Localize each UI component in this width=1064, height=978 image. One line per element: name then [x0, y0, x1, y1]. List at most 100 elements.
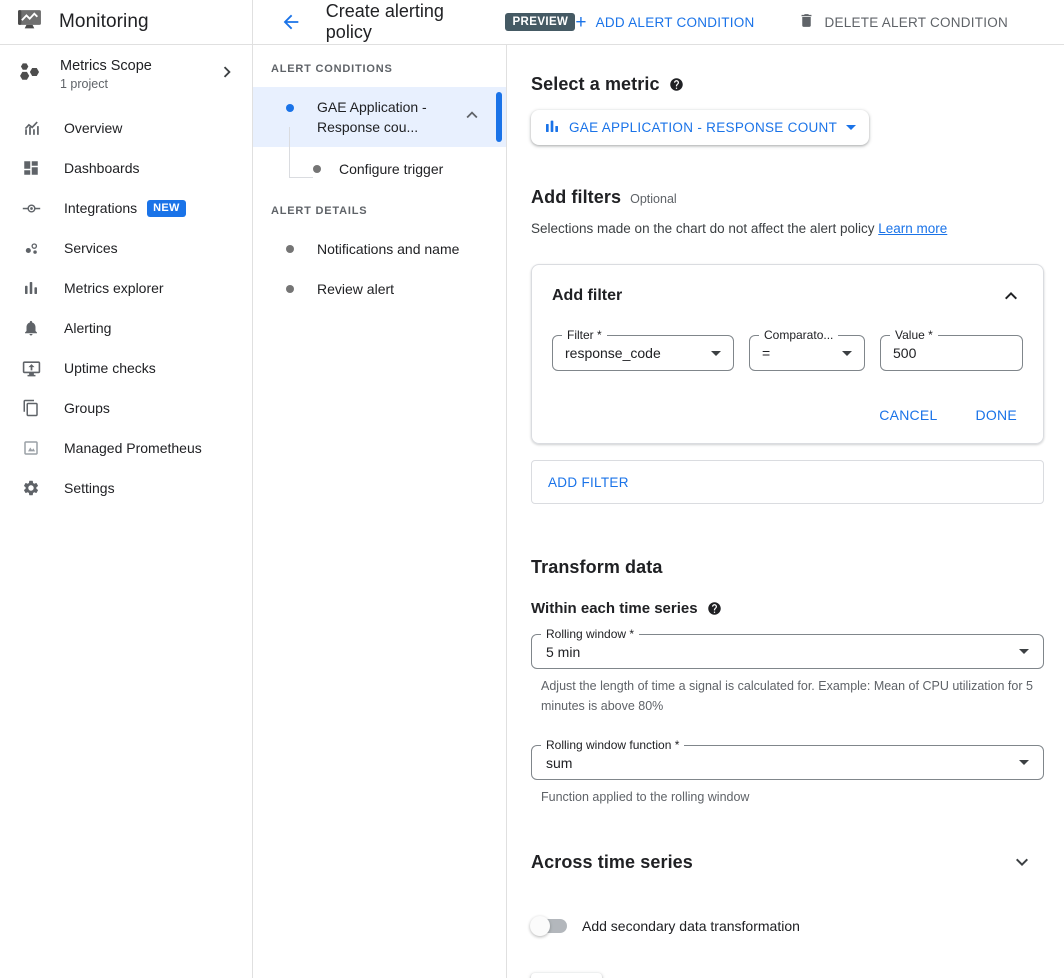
- rolling-window-function-help: Function applied to the rolling window: [531, 787, 1036, 807]
- filter-select[interactable]: Filter * response_code: [552, 335, 734, 371]
- sidebar-item-label: Dashboards: [64, 160, 140, 176]
- step-notifications[interactable]: Notifications and name: [253, 229, 506, 269]
- done-button[interactable]: DONE: [976, 407, 1017, 423]
- caret-down-icon: [842, 351, 852, 356]
- transform-data-heading: Transform data: [531, 557, 1044, 578]
- sidebar-item-label: Uptime checks: [64, 360, 156, 376]
- dashboards-icon: [21, 158, 41, 178]
- add-filters-heading: Add filters: [531, 187, 621, 208]
- metrics-scope-subtitle: 1 project: [60, 77, 216, 91]
- step-review-alert[interactable]: Review alert: [253, 269, 506, 309]
- rolling-window-value: 5 min: [546, 644, 580, 660]
- trash-icon: [798, 12, 815, 32]
- sidebar-item-overview[interactable]: Overview: [0, 108, 252, 148]
- step-dot-icon: [313, 165, 321, 173]
- secondary-transform-row: Add secondary data transformation: [531, 918, 1044, 934]
- next-button[interactable]: NEXT: [531, 973, 602, 978]
- sidebar-item-dashboards[interactable]: Dashboards: [0, 148, 252, 188]
- step-nav-panel: ALERT CONDITIONS GAE Application - Respo…: [253, 45, 507, 978]
- step-dot-icon: [286, 285, 294, 293]
- sidebar-item-metrics-explorer[interactable]: Metrics explorer: [0, 268, 252, 308]
- secondary-transform-toggle[interactable]: [533, 919, 567, 933]
- sidebar-item-managed-prometheus[interactable]: Managed Prometheus: [0, 428, 252, 468]
- sidebar-item-label: Groups: [64, 400, 110, 416]
- rolling-window-function-label: Rolling window function *: [541, 738, 684, 752]
- across-time-series-row: Across time series: [531, 850, 1044, 874]
- rolling-window-select[interactable]: Rolling window * 5 min: [531, 634, 1044, 669]
- plus-icon: +: [575, 13, 586, 32]
- help-icon[interactable]: [707, 601, 722, 616]
- filter-fields-row: Filter * response_code Comparato... = Va…: [552, 335, 1023, 371]
- alert-details-section-label: ALERT DETAILS: [253, 191, 506, 229]
- sidebar-item-label: Integrations: [64, 200, 137, 216]
- filter-select-label: Filter *: [562, 328, 607, 342]
- sidebar-item-uptime-checks[interactable]: Uptime checks: [0, 348, 252, 388]
- sidebar-item-groups[interactable]: Groups: [0, 388, 252, 428]
- add-filter-button[interactable]: ADD FILTER: [531, 460, 1044, 504]
- value-input[interactable]: [893, 345, 1010, 361]
- caret-down-icon: [1019, 649, 1029, 654]
- sidebar: Monitoring Metrics Scope 1 project: [0, 0, 253, 978]
- chevron-up-icon[interactable]: [461, 104, 483, 131]
- metrics-scope-icon: [16, 60, 42, 89]
- comparator-select[interactable]: Comparato... =: [749, 335, 865, 371]
- learn-more-link[interactable]: Learn more: [878, 221, 947, 236]
- help-icon[interactable]: [669, 77, 684, 92]
- back-arrow-button[interactable]: [280, 10, 304, 34]
- page-header: Create alerting policy PREVIEW + ADD ALE…: [253, 0, 1064, 45]
- monitoring-logo-icon: [16, 8, 43, 37]
- add-alert-condition-button[interactable]: + ADD ALERT CONDITION: [575, 13, 754, 32]
- new-badge: NEW: [147, 200, 186, 217]
- sidebar-item-integrations[interactable]: Integrations NEW: [0, 188, 252, 228]
- rolling-window-function-select[interactable]: Rolling window function * sum: [531, 745, 1044, 780]
- sidebar-item-alerting[interactable]: Alerting: [0, 308, 252, 348]
- across-time-series-heading: Across time series: [531, 852, 693, 873]
- chevron-down-icon[interactable]: [1010, 850, 1034, 874]
- sidebar-nav: Overview Dashboards Integrations: [0, 108, 252, 508]
- app-title: Monitoring: [59, 11, 149, 33]
- page-title: Create alerting policy: [326, 1, 494, 43]
- app-root: Monitoring Metrics Scope 1 project: [0, 0, 1064, 978]
- preview-badge: PREVIEW: [505, 13, 575, 31]
- sidebar-item-label: Alerting: [64, 320, 111, 336]
- delete-alert-condition-button[interactable]: DELETE ALERT CONDITION: [798, 12, 1008, 32]
- cancel-button[interactable]: CANCEL: [879, 407, 937, 423]
- uptime-checks-icon: [21, 358, 41, 378]
- comparator-select-label: Comparato...: [759, 328, 838, 342]
- sidebar-item-label: Overview: [64, 120, 122, 136]
- tree-connector-line: [289, 127, 313, 178]
- sidebar-item-label: Services: [64, 240, 118, 256]
- filter-select-value: response_code: [565, 345, 661, 361]
- secondary-transform-label: Add secondary data transformation: [582, 918, 800, 934]
- main-panel: Select a metric GAE APPLICATION - RESPON…: [507, 45, 1064, 978]
- select-metric-heading: Select a metric: [531, 74, 660, 95]
- metric-chip-label: GAE APPLICATION - RESPONSE COUNT: [569, 120, 837, 135]
- toggle-thumb: [530, 916, 550, 936]
- alert-conditions-section-label: ALERT CONDITIONS: [253, 63, 506, 87]
- chevron-up-icon[interactable]: [999, 284, 1023, 308]
- filters-note: Selections made on the chart do not affe…: [531, 221, 1044, 236]
- step-dot-icon: [286, 245, 294, 253]
- select-metric-heading-row: Select a metric: [531, 74, 1044, 95]
- overview-icon: [21, 118, 41, 138]
- sidebar-item-label: Settings: [64, 480, 115, 496]
- metrics-scope-title: Metrics Scope: [60, 58, 216, 74]
- sidebar-header: Monitoring: [0, 0, 252, 45]
- scrollbar-thumb[interactable]: [496, 92, 502, 142]
- add-filter-card: Add filter Filter * response_code Compar: [531, 264, 1044, 444]
- sidebar-item-label: Managed Prometheus: [64, 440, 202, 456]
- groups-icon: [21, 398, 41, 418]
- within-time-series-heading: Within each time series: [531, 600, 698, 617]
- metric-selector-chip[interactable]: GAE APPLICATION - RESPONSE COUNT: [531, 110, 869, 145]
- services-icon: [21, 238, 41, 258]
- value-field: Value *: [880, 335, 1023, 371]
- metrics-scope-text: Metrics Scope 1 project: [60, 58, 216, 91]
- sidebar-item-services[interactable]: Services: [0, 228, 252, 268]
- filter-card-buttons: CANCEL DONE: [552, 407, 1023, 427]
- metrics-scope-selector[interactable]: Metrics Scope 1 project: [0, 45, 252, 104]
- within-time-series-row: Within each time series: [531, 600, 1044, 617]
- rolling-window-label: Rolling window *: [541, 627, 639, 641]
- optional-label: Optional: [630, 192, 677, 206]
- chevron-right-icon: [216, 61, 238, 88]
- sidebar-item-settings[interactable]: Settings: [0, 468, 252, 508]
